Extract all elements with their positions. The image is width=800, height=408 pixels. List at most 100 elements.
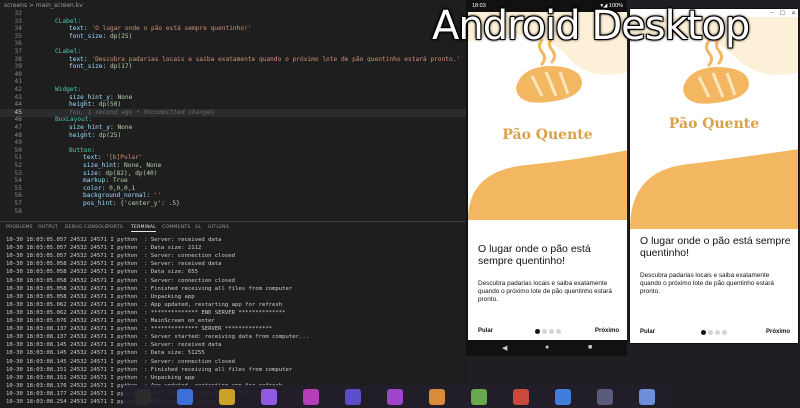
page-dot[interactable] [708,330,713,335]
onboarding-nav: Pular Próximo [630,329,798,339]
android-device-screen[interactable]: 18:03 ▾◢ 100% Pão Quente O lugar onde o … [466,0,627,356]
terminal-line: 10-30 18:03:05.062 24532 24571 I python … [6,301,283,308]
terminal-line: 10-30 18:03:08.145 24532 24571 I python … [6,358,236,365]
colon: : [105,177,113,185]
property-key: text [69,25,84,33]
colon: : [146,192,154,200]
back-icon[interactable]: ◀ [502,344,507,352]
android-nav-bar: ◀ ● ■ [468,340,627,356]
next-button[interactable]: Próximo [595,328,619,334]
property-value: True [112,177,128,185]
property-key: text [69,55,84,63]
window-controls: – ☐ ✕ [770,10,796,17]
app-icon-2[interactable] [597,389,613,405]
bread-icon [683,37,749,104]
terminal-line: 10-30 18:03:05.057 24532 24571 I python … [6,237,222,243]
colon: : [102,63,110,71]
terminal-line: 10-30 18:03:05.057 24532 24571 I python … [6,245,202,252]
property-value: None, None [123,162,162,169]
page-dot[interactable] [722,330,727,335]
terminal-line: 10-30 18:03:08.151 24532 24571 I python … [6,374,195,381]
terminal-line: 10-30 18:03:05.058 24532 24571 I python … [6,285,293,292]
property-value: '' [153,192,162,200]
page-dot[interactable] [715,330,720,335]
terminal-icon[interactable] [135,389,151,405]
property-key: background_normal [83,192,147,200]
terminal-line: 10-30 18:03:08.137 24532 24571 I python … [6,334,310,341]
property-key: size_hint [83,162,117,169]
page-dot[interactable] [701,330,706,335]
home-icon[interactable]: ● [545,344,549,351]
property-key: height [69,101,92,109]
page-dot[interactable] [541,329,547,334]
colon: : [116,162,124,169]
colon: : [91,101,99,109]
browser-icon[interactable] [177,389,193,405]
onboarding-nav: Pular Próximo [468,328,627,338]
property-value: '[b]Pular' [105,154,143,162]
bottom-blob [630,149,798,229]
property-value: dp(50) [98,101,122,109]
breadcrumb[interactable]: screens > main_screen.kv [0,0,466,10]
tab-output[interactable]: OUTPUT [38,225,58,230]
tab-ports[interactable]: PORTS [107,225,123,230]
page-dot[interactable] [548,329,554,334]
tab-terminal[interactable]: TERMINAL [131,225,156,232]
property-value: dp(17) [109,63,133,71]
code-line[interactable]: 58 [0,208,466,216]
skip-button[interactable]: Pular [640,329,655,335]
colon: : [102,32,110,40]
terminal-line: 10-30 18:03:05.076 24532 24571 I python … [6,318,215,324]
skip-button[interactable]: Pular [478,328,493,334]
page-indicator [701,330,727,335]
tab-debug-console[interactable]: DEBUG CONSOLE [65,225,108,230]
tagline: O lugar onde o pão está sempre quentinho… [640,235,791,259]
terminal-output[interactable]: 10-30 18:03:05.057 24532 24571 I python … [0,236,466,408]
taskbar [123,385,673,408]
property-value: None [117,93,133,101]
files-icon[interactable] [219,389,235,405]
visual-studio-icon[interactable] [345,389,361,405]
overlay-title: Android Desktop [432,3,750,49]
game-controller-icon[interactable] [387,389,403,405]
property-value: dp(82), dp(40) [105,169,158,177]
property-value: dp(25) [98,131,122,139]
tab-gl[interactable]: GL [195,225,202,230]
brand-name: Pão Quente [668,116,760,132]
tab-comments[interactable]: COMMENTS [162,225,190,230]
property-key: text [83,154,98,162]
app-icon-3[interactable] [639,389,655,405]
property-key: pos_hint [83,200,113,207]
vscode-icon[interactable] [261,389,277,405]
settings-icon[interactable] [303,389,319,405]
property-key: size [83,169,98,177]
property-value: 'Descubra padarias locais e saiba exatam… [91,55,461,63]
desktop-app-window[interactable]: – ☐ ✕ Pão Quente O lugar onde o pão está… [629,8,799,344]
code-editor[interactable]: 32 33 CLabel: 34 text: 'O lugar onde o pão e… [0,10,466,220]
description: Descubra padarias locais e saiba exatame… [640,272,774,295]
next-button[interactable]: Próximo [766,329,790,335]
property-key: markup [83,177,106,185]
page-dot[interactable] [555,329,561,334]
close-icon[interactable]: ✕ [791,10,796,17]
tab-gitlens[interactable]: GITLENS [208,225,229,230]
paint-icon[interactable] [429,389,445,405]
tab-problems[interactable]: PROBLEMS [6,225,33,230]
property-key: font_size [69,63,103,71]
brand-name: Pão Quente [502,127,593,143]
minimize-icon[interactable]: – [770,10,773,17]
android-icon[interactable] [471,389,487,405]
maximize-icon[interactable]: ☐ [780,10,785,17]
terminal-line: 10-30 18:03:05.058 24532 24571 I python … [6,277,236,284]
description: Descubra padarias locais e saiba exatame… [478,280,612,303]
app-icon[interactable] [555,389,571,405]
terminal-line: 10-30 18:03:08.145 24532 24571 I python … [6,350,205,357]
terminal-line: 10-30 18:03:08.137 24532 24571 I python … [6,326,273,333]
tagline: O lugar onde o pão está sempre quentinho… [478,243,591,267]
recent-apps-icon[interactable]: ■ [588,344,592,351]
property-value: 'O lugar onde o pão está sempre quentinh… [91,25,252,33]
colon: : [101,184,110,192]
fire-icon[interactable] [513,389,529,405]
page-dot[interactable] [534,329,540,334]
property-key: font_size [69,32,103,40]
